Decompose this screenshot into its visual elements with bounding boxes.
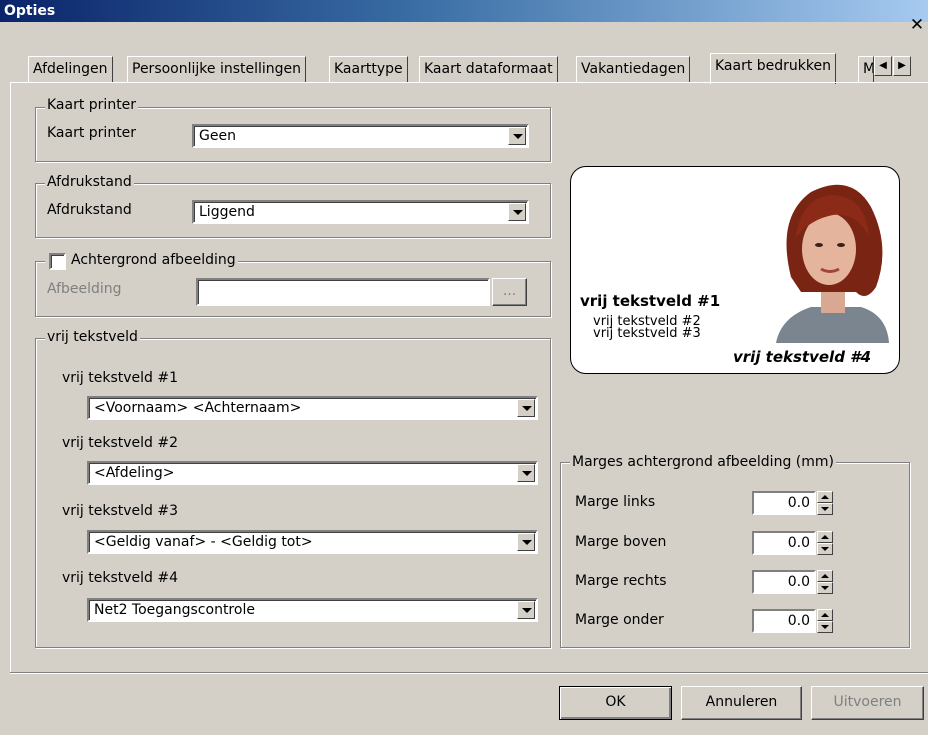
chevron-down-icon[interactable]	[508, 127, 526, 145]
spin-down-icon[interactable]	[817, 582, 833, 594]
margin-top-spinner[interactable]	[817, 531, 833, 555]
tab-persoonlijke-instellingen[interactable]: Persoonlijke instellingen	[127, 56, 307, 82]
text-fields-group-legend: vrij tekstveld	[45, 329, 140, 345]
printer-label: Kaart printer	[47, 125, 137, 141]
tab-kaart-dataformaat[interactable]: Kaart dataformaat	[419, 56, 558, 82]
text-field-2-label: vrij tekstveld #2	[62, 435, 179, 451]
text-field-4-select[interactable]: Net2 Toegangscontrole	[87, 598, 538, 622]
text-field-1-label: vrij tekstveld #1	[62, 370, 179, 386]
text-field-2-value: <Afdeling>	[94, 465, 175, 481]
spin-up-icon[interactable]	[817, 570, 833, 582]
orientation-group-legend: Afdrukstand	[45, 174, 134, 190]
card-line-3: vrij tekstveld #3	[593, 326, 701, 341]
text-field-3-label: vrij tekstveld #3	[62, 503, 179, 519]
tab-vakantiedagen[interactable]: Vakantiedagen	[576, 56, 691, 82]
card-line-1: vrij tekstveld #1	[580, 292, 721, 310]
spin-up-icon[interactable]	[817, 491, 833, 503]
margin-right-input[interactable]: 0.0	[752, 570, 816, 594]
footer-divider	[10, 672, 928, 674]
text-field-4-value: Net2 Toegangscontrole	[94, 602, 255, 618]
printer-select[interactable]: Geen	[192, 124, 529, 148]
card-preview: vrij tekstveld #1 vrij tekstveld #2 vrij…	[570, 166, 900, 374]
text-field-2-select[interactable]: <Afdeling>	[87, 461, 538, 485]
margin-right-spinner[interactable]	[817, 570, 833, 594]
cancel-button[interactable]: Annuleren	[681, 686, 802, 720]
close-icon[interactable]: ✕	[906, 16, 928, 36]
printer-select-value: Geen	[199, 128, 236, 144]
card-line-4: vrij tekstveld #4	[733, 348, 872, 366]
margin-left-spinner[interactable]	[817, 491, 833, 515]
tab-m[interactable]: M	[858, 56, 874, 82]
tab-kaart-bedrukken[interactable]: Kaart bedrukken	[710, 53, 837, 84]
text-field-3-select[interactable]: <Geldig vanaf> - <Geldig tot>	[87, 530, 538, 554]
browse-button[interactable]: ...	[492, 278, 527, 306]
window-title: Opties	[4, 3, 56, 19]
margin-bottom-spinner[interactable]	[817, 609, 833, 633]
spin-up-icon[interactable]	[817, 609, 833, 621]
chevron-down-icon[interactable]	[508, 203, 526, 221]
background-checkbox[interactable]	[49, 253, 66, 270]
tab-afdelingen[interactable]: Afdelingen	[28, 56, 113, 82]
image-path-input[interactable]	[196, 278, 490, 306]
margin-left-label: Marge links	[575, 494, 656, 510]
spin-down-icon[interactable]	[817, 543, 833, 555]
margins-group-legend: Marges achtergrond afbeelding (mm)	[570, 454, 836, 470]
margin-right-label: Marge rechts	[575, 573, 667, 589]
tab-kaarttype[interactable]: Kaarttype	[329, 56, 408, 82]
chevron-down-icon[interactable]	[517, 533, 535, 551]
background-group-legend: Achtergrond afbeelding	[45, 252, 238, 268]
spin-down-icon[interactable]	[817, 621, 833, 633]
spin-down-icon[interactable]	[817, 503, 833, 515]
chevron-down-icon[interactable]	[517, 464, 535, 482]
spin-up-icon[interactable]	[817, 531, 833, 543]
margin-top-input[interactable]: 0.0	[752, 531, 816, 555]
arrow-left-icon[interactable]: ◀	[874, 56, 892, 76]
margin-left-input[interactable]: 0.0	[752, 491, 816, 515]
orientation-select[interactable]: Liggend	[192, 200, 529, 224]
title-bar	[0, 0, 928, 22]
arrow-right-icon[interactable]: ▶	[893, 56, 911, 76]
portrait-image	[776, 184, 889, 343]
ok-button[interactable]: OK	[559, 686, 672, 720]
text-field-1-select[interactable]: <Voornaam> <Achternaam>	[87, 396, 538, 420]
margin-top-label: Marge boven	[575, 534, 667, 550]
chevron-down-icon[interactable]	[517, 399, 535, 417]
margin-bottom-label: Marge onder	[575, 612, 664, 628]
apply-button[interactable]: Uitvoeren	[811, 686, 924, 720]
orientation-label: Afdrukstand	[47, 202, 132, 218]
orientation-select-value: Liggend	[199, 204, 255, 220]
margin-bottom-input[interactable]: 0.0	[752, 609, 816, 633]
printer-group-legend: Kaart printer	[45, 97, 139, 113]
image-label: Afbeelding	[47, 281, 122, 297]
text-field-3-value: <Geldig vanaf> - <Geldig tot>	[94, 534, 313, 550]
text-field-4-label: vrij tekstveld #4	[62, 570, 179, 586]
text-field-1-value: <Voornaam> <Achternaam>	[94, 400, 302, 416]
chevron-down-icon[interactable]	[517, 601, 535, 619]
